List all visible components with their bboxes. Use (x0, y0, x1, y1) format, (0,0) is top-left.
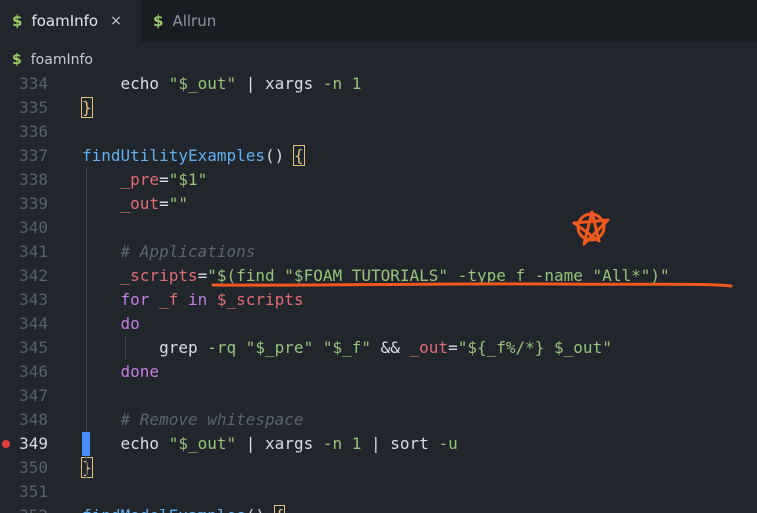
underline-annotation (211, 282, 733, 288)
annotation-layer (211, 210, 733, 288)
editor-window: $ foamInfo × $ Allrun $ foamInfo 334 ech… (0, 0, 757, 513)
